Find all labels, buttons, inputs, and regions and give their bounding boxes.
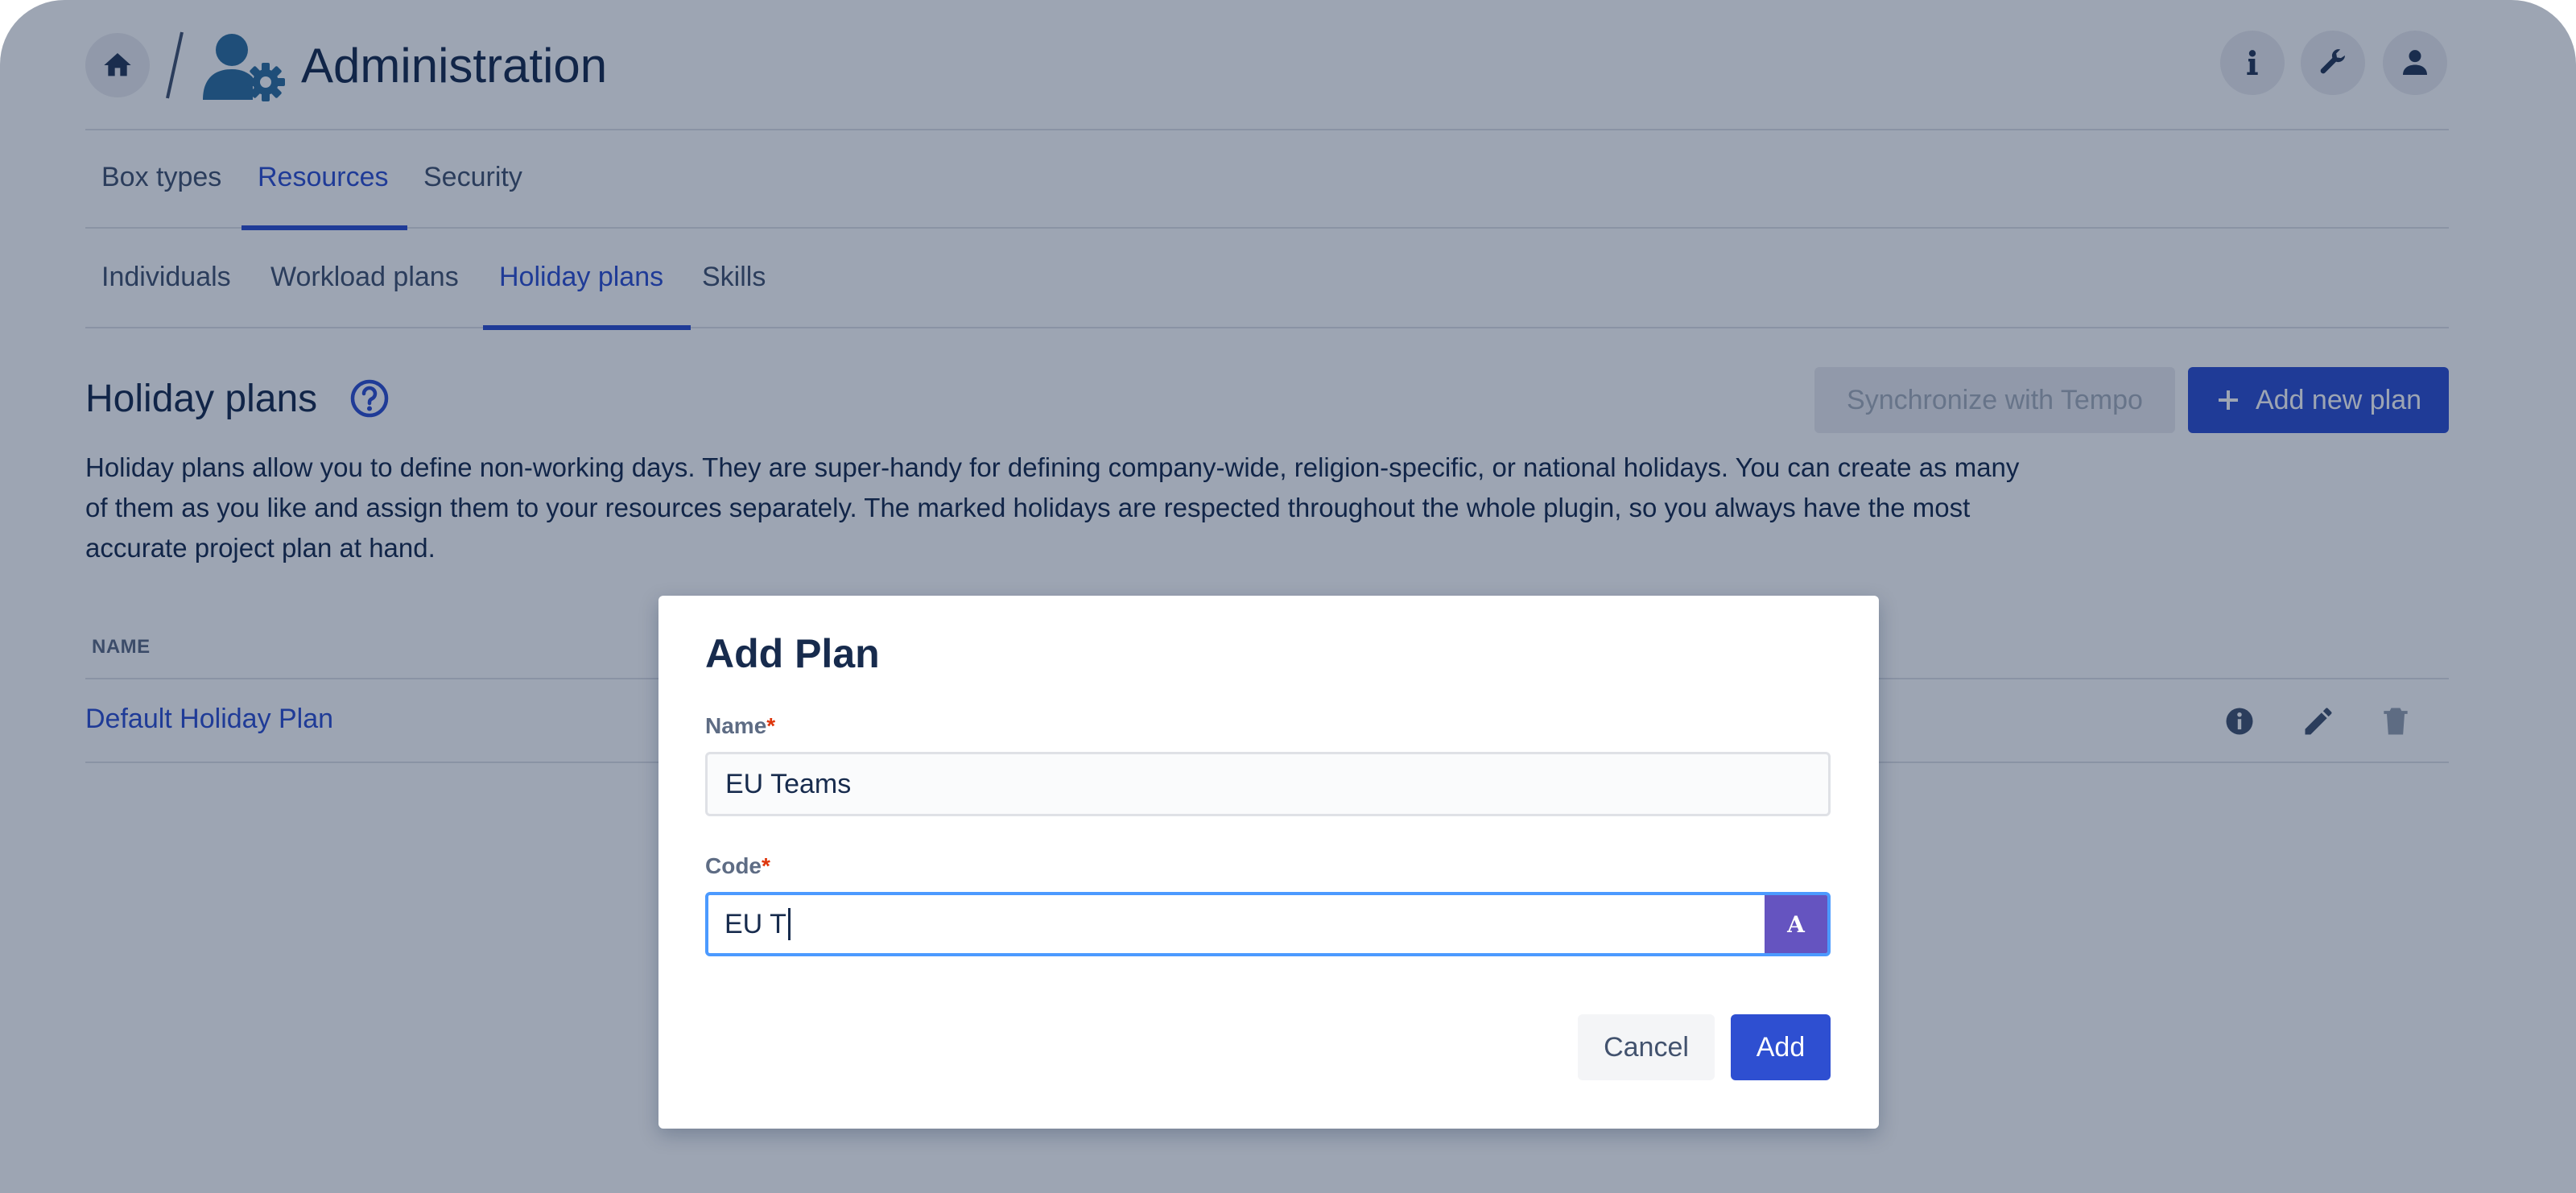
app-frame: Administration Box types Resources Secur…: [0, 0, 2576, 1193]
name-input[interactable]: EU Teams: [705, 752, 1831, 816]
code-input-value: EU T: [724, 908, 786, 939]
required-marker: *: [762, 853, 770, 878]
required-marker: *: [766, 713, 776, 738]
dialog-title: Add Plan: [705, 631, 880, 676]
cancel-button[interactable]: Cancel: [1578, 1014, 1715, 1080]
add-button[interactable]: Add: [1731, 1014, 1831, 1080]
code-label-text: Code: [705, 853, 762, 878]
autogenerate-code-button[interactable]: A: [1765, 895, 1827, 953]
code-field-label: Code*: [705, 853, 770, 879]
code-field: EU T A: [705, 892, 1831, 956]
name-label-text: Name: [705, 713, 767, 738]
text-caret: [787, 908, 791, 940]
code-input[interactable]: EU T: [708, 895, 1765, 953]
add-plan-dialog: Add Plan Name* EU Teams Code* EU T A Can…: [658, 596, 1879, 1129]
name-field-label: Name*: [705, 713, 775, 739]
